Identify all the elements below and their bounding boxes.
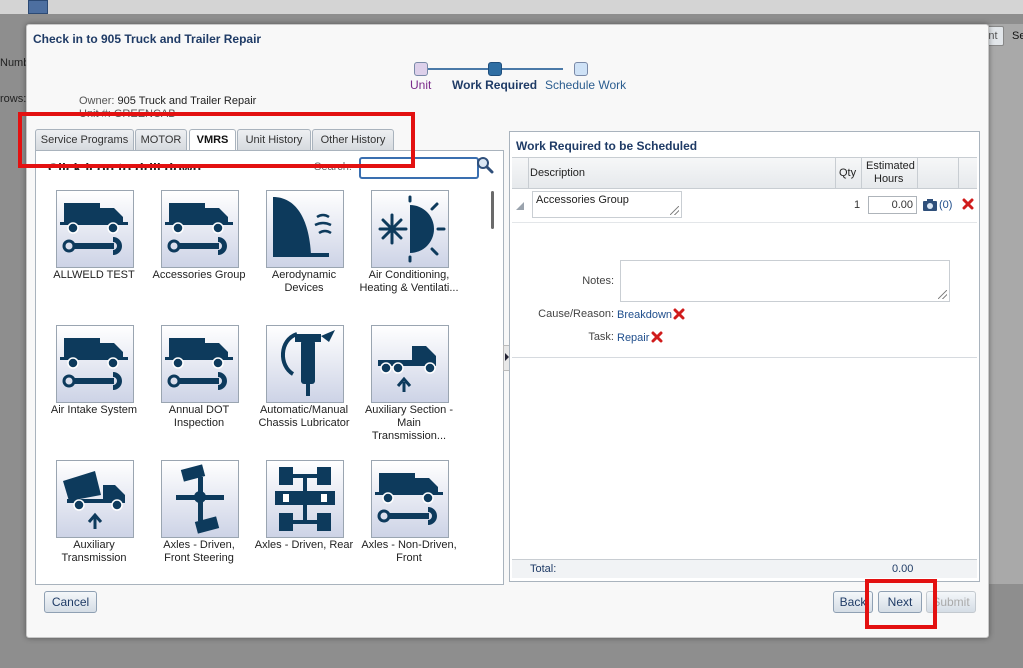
attachments-count[interactable]: (0) (939, 199, 952, 211)
vmrs-label: Air Conditioning, Heating & Ventilati... (359, 269, 459, 294)
delete-icon[interactable] (962, 198, 974, 210)
axle-rear-icon (275, 467, 335, 531)
vmrs-label: Aerodynamic Devices (271, 269, 337, 294)
scrollbar-thumb[interactable] (491, 191, 494, 229)
vmrs-label: Automatic/Manual Chassis Lubricator (258, 404, 350, 429)
train-label-schedule-work[interactable]: Schedule Work (545, 78, 626, 92)
cause-reason-label: Cause/Reason: (538, 308, 614, 320)
divider (512, 357, 977, 358)
truck-wrench-icon (375, 473, 443, 525)
truck-wrench-icon (165, 338, 233, 390)
next-highlight-annotation (865, 579, 937, 629)
total-row: Total: 0.00 (512, 559, 977, 578)
vmrs-label: Air Intake System (50, 404, 138, 416)
task-label: Task: (588, 331, 614, 343)
cancel-button[interactable]: Cancel (44, 591, 97, 613)
owner-label: Owner: (79, 95, 115, 107)
train-stop-work-required (488, 62, 502, 76)
column-divider (917, 158, 918, 188)
clear-cause-icon[interactable] (673, 308, 685, 320)
table-row[interactable]: Accessories Group 1 0.00 (0) (512, 188, 977, 223)
vmrs-tile-air-conditioning[interactable] (371, 190, 449, 268)
vmrs-label: Axles - Driven, Rear (254, 539, 354, 551)
description-value: Accessories Group (536, 194, 629, 206)
vmrs-tile-axles-front-steering[interactable] (161, 460, 239, 538)
background-text: Se (1012, 30, 1023, 42)
vmrs-tile-auxiliary-section[interactable] (371, 325, 449, 403)
vmrs-label: ALLWELD TEST (53, 269, 135, 281)
vmrs-label: Auxiliary Transmission (61, 539, 127, 564)
vmrs-tile-auxiliary-transmission[interactable] (56, 460, 134, 538)
vmrs-tile-axles-driven-rear[interactable] (266, 460, 344, 538)
column-qty: Qty (839, 167, 857, 179)
vmrs-label: Axles - Driven, Front Steering (163, 539, 235, 564)
camera-icon[interactable] (922, 198, 938, 212)
step-train: Unit Work Required Schedule Work (407, 61, 627, 101)
clear-task-icon[interactable] (651, 331, 663, 343)
resize-handle-icon[interactable] (670, 206, 679, 215)
axle-steering-icon (176, 464, 224, 534)
background-toolbar (0, 0, 1023, 14)
cause-reason-link[interactable]: Breakdown (617, 309, 672, 321)
work-required-panel: Work Required to be Scheduled Descriptio… (509, 131, 980, 582)
vmrs-tile-accessories-group[interactable] (161, 190, 239, 268)
vmrs-label: Accessories Group (152, 269, 246, 281)
notes-label: Notes: (582, 275, 614, 287)
vmrs-label: Annual DOT Inspection (168, 404, 230, 429)
train-connector (500, 68, 563, 70)
snowflake-sun-icon (378, 195, 446, 263)
column-divider (835, 158, 836, 188)
work-required-title: Work Required to be Scheduled (516, 139, 698, 153)
dialog-title: Check in to 905 Truck and Trailer Repair (33, 32, 262, 46)
vmrs-panel: Click icon to drill down Search: ALLWELD… (35, 150, 504, 585)
vmrs-tile-chassis-lubricator[interactable] (266, 325, 344, 403)
column-divider (958, 158, 959, 188)
background-rows-label: rows: (0, 93, 27, 105)
vmrs-label: Axles - Non-Driven, Front (361, 539, 457, 564)
vmrs-tile-air-intake-system[interactable] (56, 325, 134, 403)
truck-wrench-icon (60, 203, 128, 255)
train-label-unit[interactable]: Unit (410, 78, 431, 92)
vmrs-tile-allweld-test[interactable] (56, 190, 134, 268)
table-header: Description Qty Estimated Hours (512, 157, 977, 189)
vmrs-tile-annual-dot-inspection[interactable] (161, 325, 239, 403)
train-label-work-required: Work Required (452, 78, 538, 92)
search-icon[interactable] (476, 156, 494, 174)
vmrs-tile-axles-non-driven-front[interactable] (371, 460, 449, 538)
column-estimated: Estimated (866, 160, 915, 172)
column-description: Description (530, 167, 586, 179)
grease-gun-icon (281, 330, 335, 396)
total-label: Total: (530, 563, 557, 575)
estimated-hours-input[interactable]: 0.00 (868, 196, 917, 214)
truck-wrench-icon (60, 338, 128, 390)
train-stop-schedule-work[interactable] (574, 62, 588, 76)
column-divider (528, 158, 529, 188)
train-stop-unit[interactable] (414, 62, 428, 76)
truck-wrench-icon (165, 203, 233, 255)
column-divider (861, 158, 862, 188)
expand-triangle-icon[interactable] (516, 202, 524, 210)
tractor-arrow-icon (378, 346, 436, 392)
description-field[interactable]: Accessories Group (532, 191, 682, 218)
aerodynamic-fairing-icon (273, 197, 332, 257)
background-right-area: nt Se (982, 24, 1023, 584)
vmrs-tile-aerodynamic-devices[interactable] (266, 190, 344, 268)
resize-handle-icon[interactable] (938, 290, 947, 299)
total-value: 0.00 (892, 563, 914, 575)
tabs-highlight-annotation (18, 112, 415, 168)
background-dropdown[interactable] (28, 0, 48, 14)
train-connector (425, 68, 488, 70)
notes-textarea[interactable] (620, 260, 950, 302)
owner-value: 905 Truck and Trailer Repair (117, 95, 257, 107)
column-hours: Hours (874, 173, 904, 185)
task-link[interactable]: Repair (617, 332, 649, 344)
owner-line: Owner: 905 Truck and Trailer Repair (79, 95, 256, 107)
dump-truck-arrow-icon (63, 471, 125, 529)
vmrs-label: Auxiliary Section - Main Transmission... (364, 404, 454, 442)
qty-value: 1 (854, 199, 861, 211)
